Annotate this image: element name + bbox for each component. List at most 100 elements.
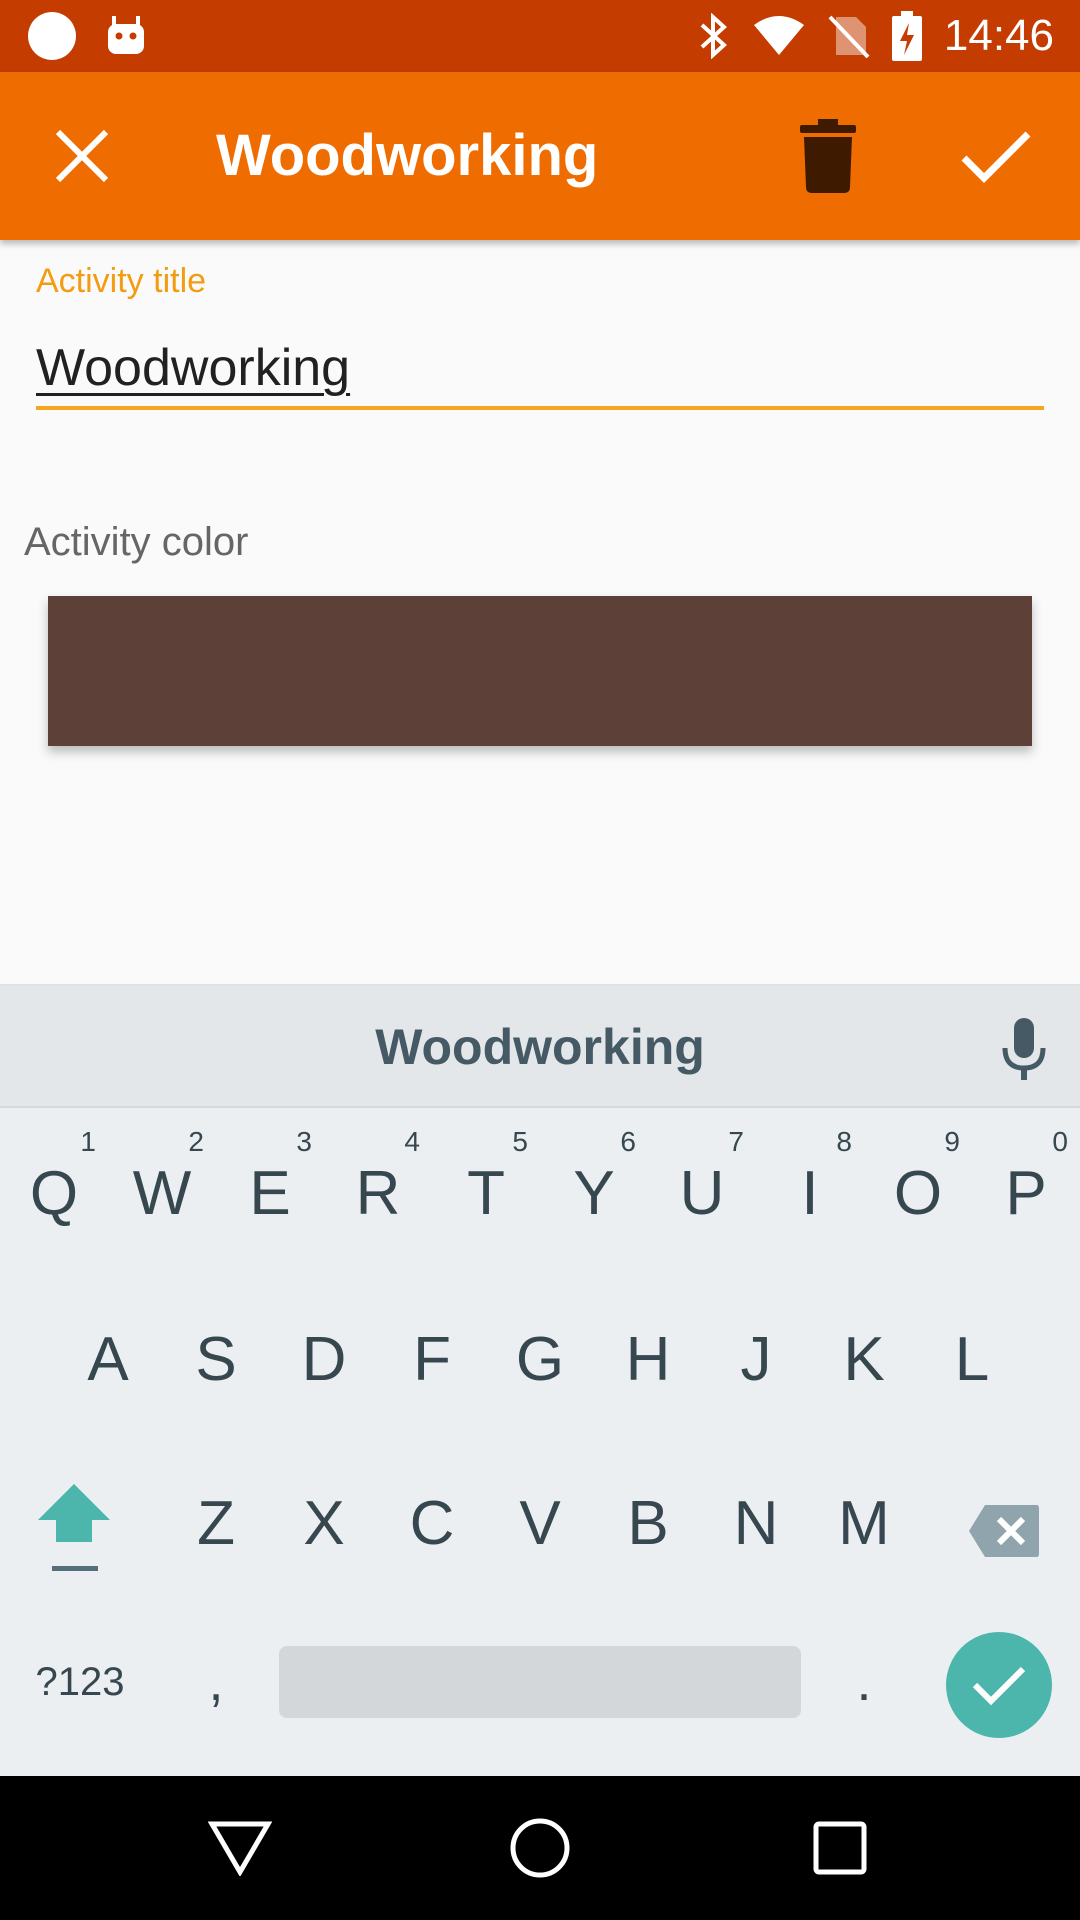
symbols-key[interactable]: ?123: [28, 1632, 132, 1732]
key-label: R: [355, 1158, 401, 1228]
close-button[interactable]: [40, 114, 124, 198]
suggestion-word[interactable]: Woodworking: [0, 1018, 1080, 1076]
enter-key[interactable]: [946, 1632, 1052, 1738]
save-button[interactable]: [954, 114, 1038, 198]
key-label: M: [838, 1488, 890, 1558]
key-label: C: [409, 1488, 455, 1558]
key-label: U: [679, 1158, 725, 1228]
key-n[interactable]: N: [704, 1448, 808, 1588]
no-sim-icon: [828, 15, 870, 59]
key-label: G: [515, 1324, 565, 1394]
key-label: Y: [573, 1158, 615, 1228]
app-bar: Woodworking: [0, 72, 1080, 240]
check-icon: [961, 131, 1031, 183]
key-l[interactable]: L: [920, 1284, 1024, 1424]
key-label: B: [627, 1488, 669, 1558]
key-b[interactable]: B: [596, 1448, 700, 1588]
key-u[interactable]: U7: [650, 1118, 754, 1258]
battery-charging-icon: [891, 11, 922, 61]
recents-icon: [813, 1821, 867, 1875]
home-button[interactable]: [502, 1810, 578, 1886]
key-label: J: [740, 1324, 772, 1394]
key-hint: 8: [836, 1126, 852, 1157]
shift-arrow-icon: [38, 1484, 110, 1571]
key-m[interactable]: M: [812, 1448, 916, 1588]
key-hint: 2: [188, 1126, 204, 1157]
key-j[interactable]: J: [704, 1284, 808, 1424]
backspace-key[interactable]: [962, 1486, 1046, 1576]
navigation-bar: [0, 1776, 1080, 1920]
key-label: W: [132, 1158, 192, 1228]
key-hint: 7: [728, 1126, 744, 1157]
back-button[interactable]: [202, 1810, 278, 1886]
activity-title-label: Activity title: [36, 262, 207, 300]
key-h[interactable]: H: [596, 1284, 700, 1424]
activity-title-input[interactable]: [36, 330, 1044, 410]
key-t[interactable]: T5: [434, 1118, 538, 1258]
key-r[interactable]: R4: [326, 1118, 430, 1258]
key-hint: 3: [296, 1126, 312, 1157]
key-q[interactable]: Q1: [2, 1118, 106, 1258]
key-z[interactable]: Z: [164, 1448, 268, 1588]
android-icon: [108, 16, 144, 54]
key-i[interactable]: I8: [758, 1118, 862, 1258]
key-v[interactable]: V: [488, 1448, 592, 1588]
status-bar: 14:46: [0, 0, 1080, 72]
key-a[interactable]: A: [56, 1284, 160, 1424]
key-label: O: [893, 1158, 943, 1228]
delete-button[interactable]: [786, 110, 870, 202]
key-x[interactable]: X: [272, 1448, 376, 1588]
soft-keyboard: Woodworking Q1W2E3R4T5Y6U7I8O9P0 ASDFGHJ…: [0, 984, 1080, 1776]
trash-icon: [800, 119, 856, 193]
key-hint: 9: [944, 1126, 960, 1157]
key-f[interactable]: F: [380, 1284, 484, 1424]
key-label: T: [467, 1158, 505, 1228]
key-label: Q: [29, 1158, 79, 1228]
key-w[interactable]: W2: [110, 1118, 214, 1258]
bluetooth-icon: [700, 13, 727, 59]
key-k[interactable]: K: [812, 1284, 916, 1424]
space-key[interactable]: [279, 1646, 801, 1718]
key-s[interactable]: S: [164, 1284, 268, 1424]
backspace-icon: [969, 1505, 1039, 1557]
key-c[interactable]: C: [380, 1448, 484, 1588]
key-p[interactable]: P0: [974, 1118, 1078, 1258]
check-icon: [972, 1666, 1026, 1706]
key-hint: 6: [620, 1126, 636, 1157]
activity-color-swatch[interactable]: [48, 596, 1032, 746]
key-label: H: [625, 1324, 671, 1394]
key-label: A: [87, 1324, 129, 1394]
shift-key[interactable]: [28, 1468, 120, 1588]
key-label: N: [733, 1488, 779, 1558]
key-label: S: [195, 1324, 237, 1394]
back-icon: [208, 1821, 272, 1876]
suggestion-strip: Woodworking: [0, 986, 1080, 1108]
circle-notification-icon: [28, 12, 76, 60]
key-label: X: [303, 1488, 345, 1558]
screen: 14:46 Woodworking Activity title Activit…: [0, 0, 1080, 1920]
key-o[interactable]: O9: [866, 1118, 970, 1258]
voice-input-button[interactable]: [994, 1014, 1054, 1086]
comma-key[interactable]: ,: [166, 1632, 266, 1732]
key-g[interactable]: G: [488, 1284, 592, 1424]
page-title: Woodworking: [216, 123, 599, 188]
home-icon: [510, 1818, 570, 1878]
key-label: Z: [197, 1488, 235, 1558]
key-label: I: [801, 1158, 819, 1228]
key-e[interactable]: E3: [218, 1118, 322, 1258]
key-label: P: [1005, 1158, 1047, 1228]
key-hint: 5: [512, 1126, 528, 1157]
wifi-icon: [753, 16, 804, 55]
key-d[interactable]: D: [272, 1284, 376, 1424]
key-label: K: [843, 1324, 885, 1394]
status-time: 14:46: [943, 11, 1054, 60]
key-hint: 4: [404, 1126, 420, 1157]
key-label: D: [301, 1324, 347, 1394]
key-label: F: [413, 1324, 451, 1394]
recents-button[interactable]: [802, 1810, 878, 1886]
key-y[interactable]: Y6: [542, 1118, 646, 1258]
key-label: V: [519, 1488, 561, 1558]
key-label: E: [249, 1158, 291, 1228]
period-key[interactable]: .: [814, 1632, 914, 1732]
close-icon: [55, 129, 109, 183]
